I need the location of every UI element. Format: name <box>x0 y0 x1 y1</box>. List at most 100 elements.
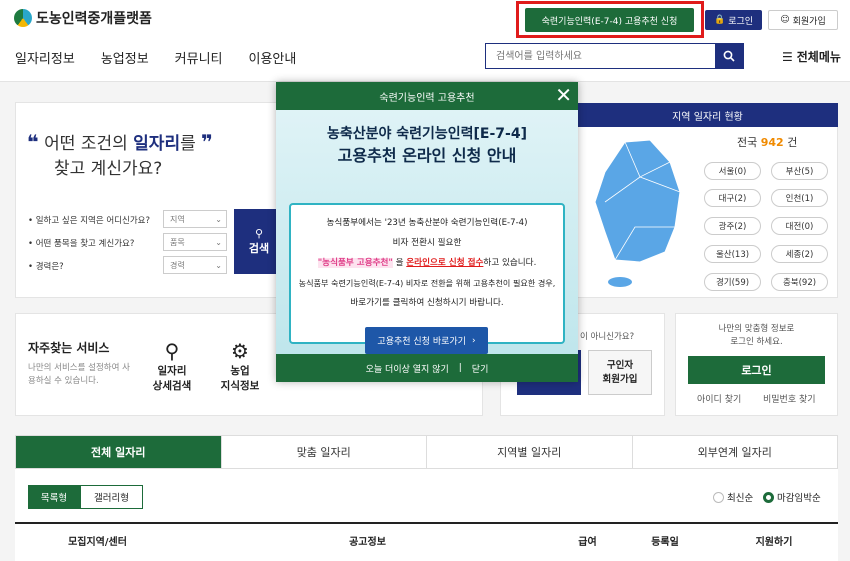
filter-region-label: • 일하고 싶은 지역은 어디신가요? <box>28 216 150 226</box>
notice-line: 농식품부 숙련기능인력(E-7-4) 비자로 전환을 위해 고용추천이 필요한 … <box>298 278 556 288</box>
login-desc-line: 로그인 하세요. <box>730 337 783 347</box>
item-select-value: 품목 <box>170 237 185 247</box>
notice-red: 온라인으로 신청 접수 <box>406 258 484 268</box>
item-select[interactable]: 품목 ⌄ <box>163 233 227 251</box>
login-button[interactable]: 로그인 <box>688 356 825 384</box>
user-icon: ☺ <box>780 15 790 25</box>
highlight-box <box>516 1 704 38</box>
chevron-right-icon: › <box>471 335 476 346</box>
region-total: 전국 942 건 <box>737 134 797 150</box>
employer-join-button[interactable]: 구인자 회원가입 <box>588 350 652 395</box>
notice-end: 하고 있습니다. <box>483 258 537 268</box>
hamburger-icon: ☰ <box>782 49 793 64</box>
header-join-label: 회원가입 <box>792 16 826 27</box>
tab-external-jobs[interactable]: 외부연계 일자리 <box>631 436 838 468</box>
job-search-label: 검색 <box>248 242 270 255</box>
region-chip[interactable]: 세종(2) <box>771 245 828 263</box>
popup-apply-label: 고용추천 신청 바로가기 <box>377 337 466 347</box>
sort-latest[interactable]: 최신순 <box>713 490 753 504</box>
region-select[interactable]: 지역 ⌄ <box>163 210 227 228</box>
headline-post: 를 <box>180 134 196 154</box>
search-icon: ⚲ <box>254 227 264 240</box>
total-prefix: 전국 <box>737 136 758 149</box>
view-list-button[interactable]: 목록형 <box>28 485 80 509</box>
search-headline: ❝ 어떤 조건의 일자리를 ❞ 찾고 계신가요? <box>27 130 213 182</box>
total-suffix: 건 <box>787 136 798 149</box>
service-label: 지식정보 <box>220 380 260 392</box>
popup-body: 농축산분야 숙련기능인력[E-7-4] 고용추천 온라인 신청 안내 농식품부에… <box>276 110 578 354</box>
filter-item-label: • 어떤 품목을 찾고 계신가요? <box>28 239 135 249</box>
header-join-button[interactable]: ☺ 회원가입 <box>768 10 838 30</box>
close-quote-icon: ❞ <box>201 130 213 154</box>
job-tabs: 전체 일자리 맞춤 일자리 지역별 일자리 외부연계 일자리 <box>15 435 838 469</box>
employer-join-label: 구인자 <box>606 360 634 371</box>
find-pw-link[interactable]: 비밀번호 찾기 <box>763 392 816 405</box>
tab-regional-jobs[interactable]: 지역별 일자리 <box>426 436 632 468</box>
service-detail-search[interactable]: ⚲ 일자리 상세검색 <box>148 338 196 394</box>
col-region: 모집지역/센터 <box>68 536 127 548</box>
lock-icon: 🔒 <box>713 15 726 25</box>
career-select-value: 경력 <box>170 260 185 270</box>
popup-headline: 농축산분야 숙련기능인력[E-7-4] 고용추천 온라인 신청 안내 <box>276 124 578 166</box>
region-select-value: 지역 <box>170 214 185 224</box>
popup-close-link[interactable]: 닫기 <box>472 362 489 375</box>
col-date: 등록일 <box>651 536 679 548</box>
all-menu-button[interactable]: ☰ 전체메뉴 <box>782 48 841 65</box>
headline-line2: 찾고 계신가요? <box>54 159 163 179</box>
chevron-down-icon: ⌄ <box>215 260 222 270</box>
close-icon[interactable]: ✕ <box>555 84 572 106</box>
site-logo[interactable]: 도농인력중개플랫폼 <box>14 8 152 28</box>
header-login-label: 로그인 <box>728 16 754 27</box>
find-id-link[interactable]: 아이디 찾기 <box>697 392 741 405</box>
col-apply: 지원하기 <box>755 536 793 548</box>
table-header: 모집지역/센터 공고정보 급여 등록일 지원하기 <box>15 522 838 556</box>
popup-header: 숙련기능인력 고용추천 ✕ <box>276 82 578 110</box>
view-gallery-button[interactable]: 갤러리형 <box>80 485 143 509</box>
col-posting: 공고정보 <box>349 536 386 548</box>
sort-latest-label: 최신순 <box>727 493 754 504</box>
popup-notice-card: 농식품부에서는 '23년 농축산분야 숙련기능인력(E-7-4) 비자 전환시 … <box>289 203 565 344</box>
sort-deadline-label: 마감임박순 <box>777 493 821 504</box>
login-desc: 나만의 맞춤형 정보로 로그인 하세요. <box>675 323 838 349</box>
sort-deadline[interactable]: 마감임박순 <box>763 490 821 504</box>
radio-checked-icon <box>763 491 774 503</box>
region-chip[interactable]: 경기(59) <box>704 273 761 291</box>
nav-item-community[interactable]: 커뮤니티 <box>175 48 223 67</box>
header-login-button[interactable]: 🔒 로그인 <box>705 10 762 30</box>
region-chip[interactable]: 대전(0) <box>771 217 828 235</box>
notice-pink: "농식품부 고용추천" <box>317 258 393 268</box>
service-label: 상세검색 <box>152 380 192 392</box>
region-chip[interactable]: 부산(5) <box>771 162 828 180</box>
region-chip[interactable]: 충북(92) <box>771 273 828 291</box>
footer-separator: | <box>458 363 462 373</box>
region-chip[interactable]: 대구(2) <box>704 189 761 207</box>
notice-line: 비자 전환시 필요한 <box>392 238 462 248</box>
employer-question: 이 아니신가요? <box>580 332 635 342</box>
korea-map[interactable] <box>580 132 695 292</box>
search-input[interactable] <box>486 44 714 69</box>
chevron-down-icon: ⌄ <box>215 237 222 247</box>
headline-bold: 일자리 <box>133 134 181 154</box>
nav-item-guide[interactable]: 이용안내 <box>249 48 297 67</box>
career-select[interactable]: 경력 ⌄ <box>163 256 227 274</box>
nav-item-jobs[interactable]: 일자리정보 <box>15 48 75 67</box>
region-chip[interactable]: 서울(0) <box>704 162 761 180</box>
tab-custom-jobs[interactable]: 맞춤 일자리 <box>220 436 427 468</box>
popup-apply-button[interactable]: 고용추천 신청 바로가기 › <box>365 327 488 354</box>
services-desc: 나만의 서비스를 설정하여 사용하실 수 있습니다. <box>28 363 130 386</box>
notice-line: 농식품부에서는 '23년 농축산분야 숙련기능인력(E-7-4) <box>326 218 528 228</box>
region-chip[interactable]: 인천(1) <box>771 189 828 207</box>
tractor-icon: ⚙ <box>231 339 249 363</box>
service-farm-knowledge[interactable]: ⚙ 농업 지식정보 <box>216 338 264 394</box>
tab-all-jobs[interactable]: 전체 일자리 <box>16 436 221 468</box>
region-chip[interactable]: 울산(13) <box>704 245 761 263</box>
services-title: 자주찾는 서비스 <box>28 341 110 355</box>
popup-headline-line: 고용추천 온라인 신청 안내 <box>337 146 517 165</box>
nav-item-farm-info[interactable]: 농업정보 <box>101 48 149 67</box>
notice-line: "농식품부 고용추천" 을 온라인으로 신청 접수하고 있습니다. <box>291 253 563 273</box>
region-chip[interactable]: 광주(2) <box>704 217 761 235</box>
col-salary: 급여 <box>578 536 597 548</box>
search-button[interactable] <box>715 44 743 68</box>
dont-show-today-link[interactable]: 오늘 더이상 열지 않기 <box>366 362 449 375</box>
logo-text: 도농인력중개플랫폼 <box>36 11 152 27</box>
